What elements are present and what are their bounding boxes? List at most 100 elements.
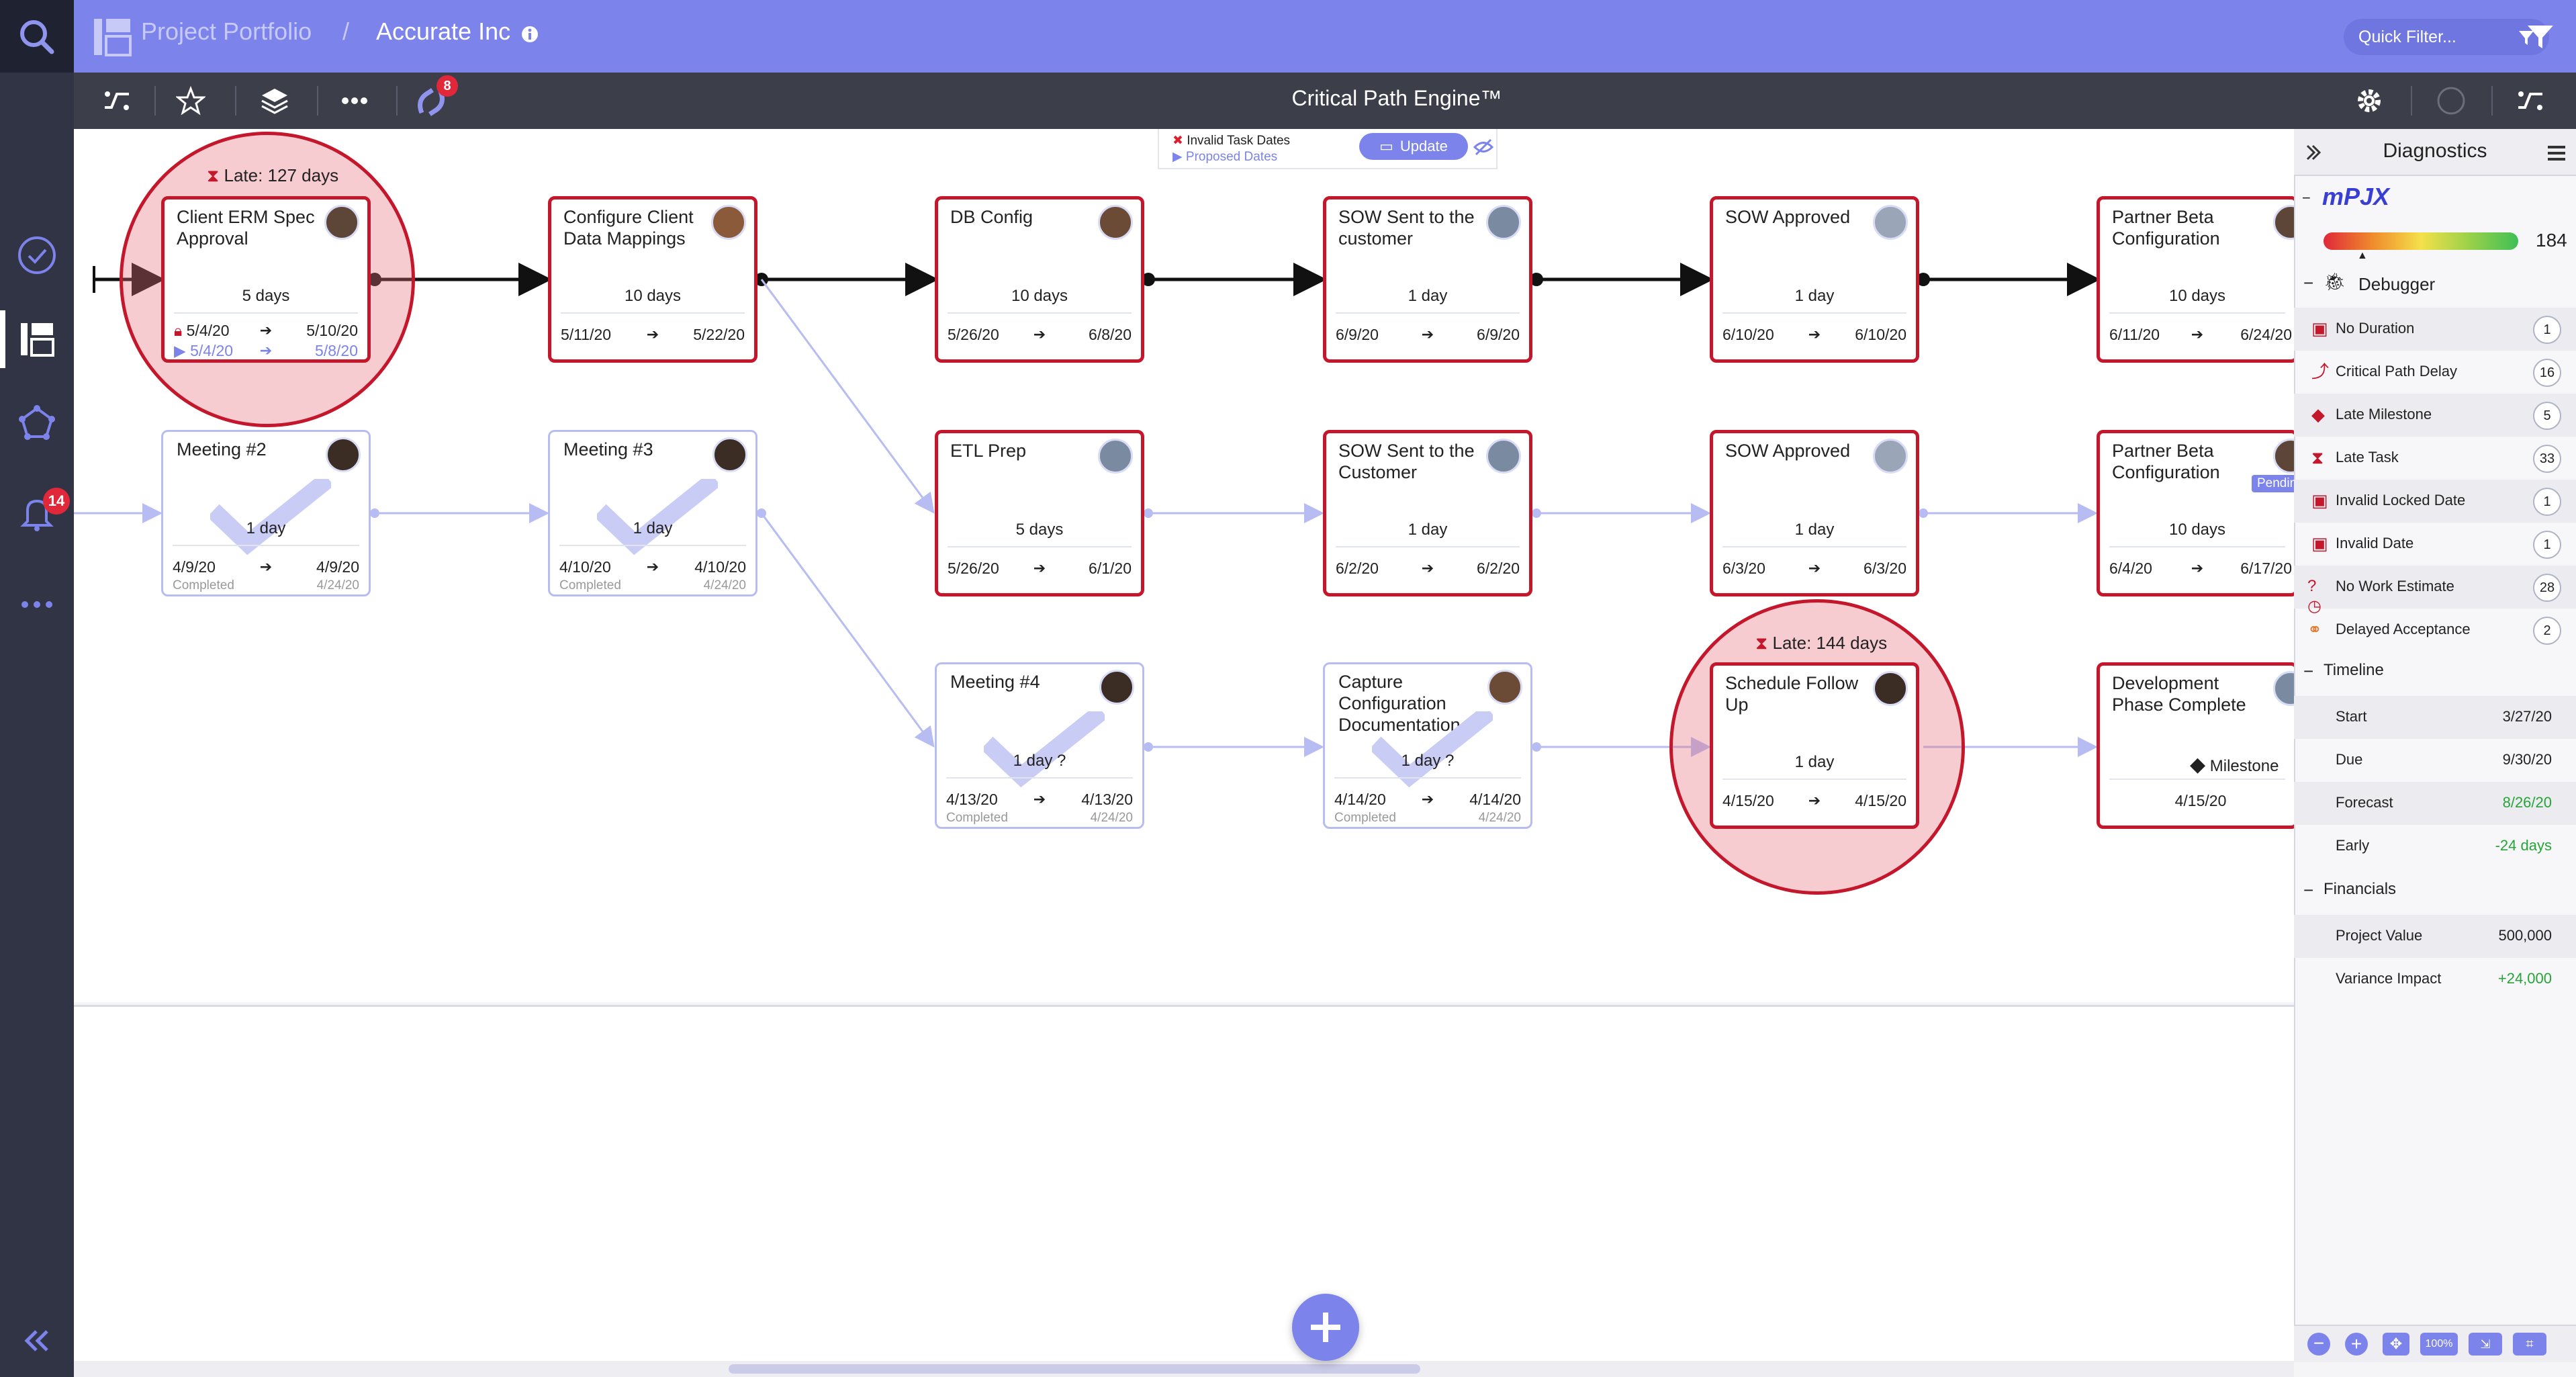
task-duration: 1 day ? xyxy=(1401,752,1455,770)
timeline-label: Due xyxy=(2336,751,2363,768)
diag-item-late-task[interactable]: ⧗ Late Task 33 xyxy=(2294,437,2576,480)
financials-value: +24,000 xyxy=(2497,970,2552,987)
avatar[interactable] xyxy=(326,437,361,472)
collapse-nav-button[interactable] xyxy=(0,1321,74,1361)
avatar[interactable] xyxy=(711,205,746,240)
task-card[interactable]: SOW Sent to the customer 1 day 6/9/20 ➔ … xyxy=(1323,196,1532,363)
avatar[interactable] xyxy=(1098,205,1133,240)
task-card[interactable]: SOW Approved 1 day 6/3/20 ➔ 6/3/20 xyxy=(1710,430,1919,596)
task-end-date: 4/9/20 xyxy=(316,558,359,576)
task-end-date: 5/10/20 xyxy=(306,322,358,339)
avatar[interactable] xyxy=(1486,205,1521,240)
diag-item-invalid-locked-date[interactable]: ▣ Invalid Locked Date 1 xyxy=(2294,480,2576,523)
card-divider xyxy=(1722,779,1906,780)
avatar[interactable] xyxy=(1098,439,1133,474)
avatar[interactable] xyxy=(1873,439,1908,474)
avatar[interactable] xyxy=(1487,670,1522,705)
timeline-value: 3/27/20 xyxy=(2502,708,2552,725)
task-card[interactable]: Meeting #4 1 day ? 4/13/20 ➔ 4/13/20 Com… xyxy=(935,662,1144,829)
milestone-card[interactable]: Development Phase Complete ◆ Milestone 4… xyxy=(2097,662,2308,829)
add-task-button[interactable] xyxy=(1292,1294,1359,1361)
task-title: Meeting #4 xyxy=(950,672,1040,692)
zoom-in-button[interactable]: + xyxy=(2345,1333,2368,1356)
task-card[interactable]: Schedule Follow Up 1 day 4/15/20 ➔ 4/15/… xyxy=(1710,662,1919,829)
card-divider xyxy=(1722,546,1906,547)
collapse-toggle[interactable]: − xyxy=(2303,880,2313,901)
legend-proposed: ▶ Proposed Dates xyxy=(1172,149,1277,165)
task-duration: 1 day xyxy=(1408,287,1448,305)
diag-item-count: 16 xyxy=(2533,359,2561,387)
path-view-icon[interactable] xyxy=(2516,87,2545,114)
diag-item-invalid-date[interactable]: ▣ Invalid Date 1 xyxy=(2294,523,2576,566)
collapse-toggle[interactable]: − xyxy=(2303,661,2313,682)
collapse-toggle[interactable]: − xyxy=(2302,189,2311,207)
milestone-date: 4/15/20 xyxy=(2174,792,2227,809)
task-title: Configure Client Data Mappings xyxy=(563,207,694,249)
diag-item-delayed-acceptance[interactable]: ⚭ Delayed Acceptance 2 xyxy=(2294,609,2576,652)
diag-item-late-milestone[interactable]: ◆ Late Milestone 5 xyxy=(2294,394,2576,437)
task-status: Completed xyxy=(946,811,1008,825)
card-divider xyxy=(946,777,1133,779)
update-button[interactable]: ▭ Update xyxy=(1359,133,1468,160)
eye-hidden-icon[interactable] xyxy=(1473,138,1493,156)
debugger-label: Debugger xyxy=(2358,274,2436,294)
diag-item-count: 1 xyxy=(2533,316,2561,344)
collapse-toggle[interactable]: − xyxy=(2303,273,2313,294)
crop-fit-button[interactable]: ⌗ xyxy=(2513,1333,2546,1356)
diag-item-no-duration[interactable]: ▣ No Duration 1 xyxy=(2294,308,2576,351)
circle-toggle-icon[interactable] xyxy=(2435,85,2467,117)
task-end-date: 6/8/20 xyxy=(1089,326,1132,343)
canvas-empty-area[interactable] xyxy=(74,1005,2294,1363)
critical-path-icon: ⤴ xyxy=(2311,361,2330,382)
fit-center-button[interactable]: ✥ xyxy=(2383,1333,2409,1356)
task-card[interactable]: SOW Sent to the Customer 1 day 6/2/20 ➔ … xyxy=(1323,430,1532,596)
task-card[interactable]: Meeting #3 1 day 4/10/20 ➔ 4/10/20 Compl… xyxy=(548,430,757,596)
avatar[interactable] xyxy=(712,437,747,472)
task-duration: 1 day xyxy=(1794,521,1835,539)
task-card[interactable]: SOW Approved 1 day 6/10/20 ➔ 6/10/20 xyxy=(1710,196,1919,363)
play-icon: ▶ xyxy=(1172,150,1183,164)
task-duration: 10 days xyxy=(1011,287,1068,305)
avatar[interactable] xyxy=(1486,439,1521,474)
task-card[interactable]: Partner Beta Configuration 10 days 6/11/… xyxy=(2097,196,2308,363)
task-title: SOW Approved xyxy=(1725,207,1851,227)
task-completed-date: 4/24/20 xyxy=(1090,811,1133,825)
late-badge-text: Late: 127 days xyxy=(224,165,339,185)
diag-item-label: No Duration xyxy=(2336,320,2415,337)
timeline-row: Start 3/27/20 xyxy=(2294,696,2576,739)
avatar[interactable] xyxy=(1873,205,1908,240)
avatar[interactable] xyxy=(324,205,359,240)
task-card[interactable]: Configure Client Data Mappings 10 days 5… xyxy=(548,196,757,363)
task-card[interactable]: Client ERM Spec Approval 5 days 🔒︎ 5/4/2… xyxy=(161,196,371,363)
task-title: ETL Prep xyxy=(950,441,1027,461)
late-badge-text: Late: 144 days xyxy=(1772,633,1888,653)
bug-icon: 🐞︎ xyxy=(2324,271,2346,292)
card-divider xyxy=(1336,312,1520,314)
zoom-out-button[interactable]: − xyxy=(2307,1333,2330,1356)
task-card[interactable]: DB Config 10 days 5/26/20 ➔ 6/8/20 xyxy=(935,196,1144,363)
horizontal-scrollbar-thumb[interactable] xyxy=(729,1364,1420,1374)
task-card[interactable]: Meeting #2 1 day 4/9/20 ➔ 4/9/20 Complet… xyxy=(161,430,371,596)
task-card[interactable]: ETL Prep 5 days 5/26/20 ➔ 6/1/20 xyxy=(935,430,1144,596)
task-card[interactable]: Capture Configuration Documentation 1 da… xyxy=(1323,662,1532,829)
date-legend: ✖ Invalid Task Dates ▶ Proposed Dates ▭ … xyxy=(1158,129,1498,169)
timeline-label: Forecast xyxy=(2336,794,2393,811)
filter-panel-icon[interactable] xyxy=(2525,21,2556,52)
avatar[interactable] xyxy=(1873,671,1908,706)
diag-item-no-work-estimate[interactable]: ?◷ No Work Estimate 28 xyxy=(2294,566,2576,615)
card-divider xyxy=(948,312,1132,314)
zoom-100-button[interactable]: 100% xyxy=(2420,1333,2458,1356)
menu-icon[interactable] xyxy=(2546,144,2567,163)
diag-item-critical-path-delay[interactable]: ⤴ Critical Path Delay 16 xyxy=(2294,351,2576,394)
timeline-value: 9/30/20 xyxy=(2502,751,2552,768)
gear-icon[interactable] xyxy=(2353,85,2385,117)
task-duration: 1 day ? xyxy=(1013,752,1066,770)
task-title: DB Config xyxy=(950,207,1033,227)
quick-filter-input[interactable]: Quick Filter... xyxy=(2344,19,2549,55)
fit-width-button[interactable]: ⇲ xyxy=(2469,1333,2502,1356)
task-card[interactable]: Partner Beta Configuration Pending 10 da… xyxy=(2097,430,2308,596)
avatar[interactable] xyxy=(1099,670,1134,705)
plus-icon xyxy=(1311,1313,1340,1342)
diag-item-label: Delayed Acceptance xyxy=(2336,621,2471,637)
task-completed-date: 4/24/20 xyxy=(316,578,359,592)
